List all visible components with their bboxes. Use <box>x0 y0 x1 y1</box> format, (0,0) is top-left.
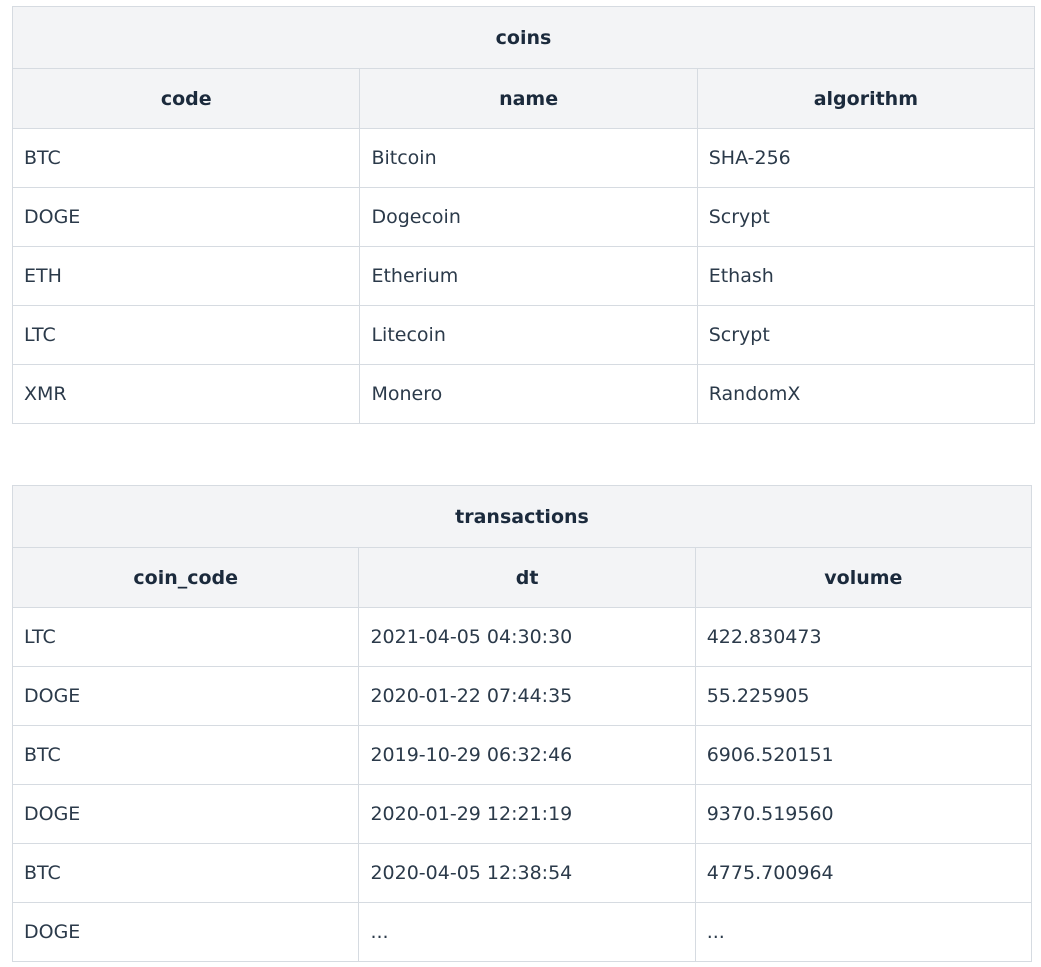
cell-volume: 6906.520151 <box>694 725 1033 785</box>
coins-header-row: code name algorithm <box>11 68 1036 129</box>
cell-code: XMR <box>11 364 361 424</box>
cell-dt: 2020-01-22 07:44:35 <box>358 666 696 726</box>
transactions-header-row: coin_code dt volume <box>11 547 1033 608</box>
cell-volume: ... <box>694 902 1033 962</box>
cell-code: DOGE <box>11 187 361 247</box>
cell-name: Litecoin <box>359 305 698 365</box>
table-row: BTC Bitcoin SHA-256 <box>11 128 1036 188</box>
transactions-table-title: transactions <box>12 485 1032 548</box>
column-header-dt: dt <box>358 547 696 608</box>
column-header-volume: volume <box>694 547 1033 608</box>
table-row: BTC 2020-04-05 12:38:54 4775.700964 <box>11 843 1033 903</box>
table-row: LTC Litecoin Scrypt <box>11 305 1036 365</box>
table-row: BTC 2019-10-29 06:32:46 6906.520151 <box>11 725 1033 785</box>
cell-name: Bitcoin <box>359 128 698 188</box>
transactions-title-row: transactions <box>12 485 1032 548</box>
cell-dt: ... <box>358 902 696 962</box>
cell-coin-code: DOGE <box>11 784 360 844</box>
cell-algorithm: Scrypt <box>696 305 1036 365</box>
cell-volume: 9370.519560 <box>694 784 1033 844</box>
column-header-name: name <box>359 68 698 129</box>
column-header-code: code <box>11 68 361 129</box>
table-row: DOGE Dogecoin Scrypt <box>11 187 1036 247</box>
cell-code: BTC <box>11 128 361 188</box>
cell-coin-code: BTC <box>11 843 360 903</box>
table-row: XMR Monero RandomX <box>11 364 1036 424</box>
cell-volume: 55.225905 <box>694 666 1033 726</box>
cell-algorithm: SHA-256 <box>696 128 1036 188</box>
table-row: DOGE 2020-01-22 07:44:35 55.225905 <box>11 666 1033 726</box>
coins-title-row: coins <box>12 6 1035 69</box>
cell-name: Monero <box>359 364 698 424</box>
cell-algorithm: Ethash <box>696 246 1036 306</box>
cell-algorithm: Scrypt <box>696 187 1036 247</box>
cell-algorithm: RandomX <box>696 364 1036 424</box>
column-header-algorithm: algorithm <box>696 68 1036 129</box>
cell-code: LTC <box>11 305 361 365</box>
cell-coin-code: BTC <box>11 725 360 785</box>
cell-name: Etherium <box>359 246 698 306</box>
cell-code: ETH <box>11 246 361 306</box>
coins-table-title: coins <box>12 6 1035 69</box>
table-row: DOGE 2020-01-29 12:21:19 9370.519560 <box>11 784 1033 844</box>
cell-dt: 2021-04-05 04:30:30 <box>358 607 696 667</box>
coins-table: coins code name algorithm BTC Bitcoin SH… <box>11 6 1036 424</box>
table-row: ETH Etherium Ethash <box>11 246 1036 306</box>
cell-volume: 4775.700964 <box>694 843 1033 903</box>
cell-name: Dogecoin <box>359 187 698 247</box>
cell-dt: 2019-10-29 06:32:46 <box>358 725 696 785</box>
table-row: LTC 2021-04-05 04:30:30 422.830473 <box>11 607 1033 667</box>
cell-dt: 2020-01-29 12:21:19 <box>358 784 696 844</box>
cell-coin-code: LTC <box>11 607 360 667</box>
transactions-table: transactions coin_code dt volume LTC 202… <box>11 485 1033 962</box>
cell-dt: 2020-04-05 12:38:54 <box>358 843 696 903</box>
table-row: DOGE ... ... <box>11 902 1033 962</box>
cell-coin-code: DOGE <box>11 902 360 962</box>
cell-coin-code: DOGE <box>11 666 360 726</box>
cell-volume: 422.830473 <box>694 607 1033 667</box>
column-header-coin-code: coin_code <box>11 547 360 608</box>
